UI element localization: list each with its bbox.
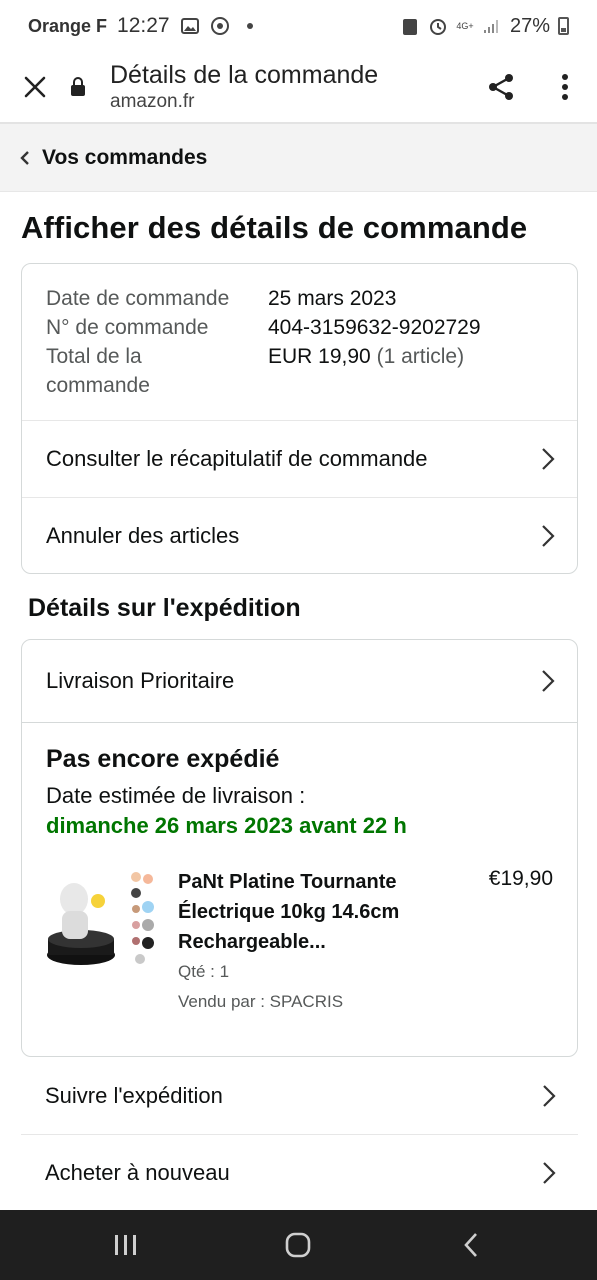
order-number-label: N° de commande (46, 316, 209, 339)
eta-label: Date estimée de livraison : (46, 783, 306, 808)
android-nav-bar (0, 1210, 597, 1280)
lock-icon[interactable] (70, 77, 110, 97)
view-summary-label: Consulter le récapitulatif de commande (46, 446, 428, 471)
order-number-row: N° de commande 404-3159632-9202729 (46, 313, 553, 342)
chevron-right-icon (542, 1161, 558, 1185)
shipping-method-link[interactable]: Livraison Prioritaire (22, 640, 577, 723)
order-date-value: 25 mars 2023 (268, 287, 397, 310)
cancel-items-link[interactable]: Annuler des articles (22, 497, 577, 573)
shipment-actions: Suivre l'expédition Acheter à nouveau (21, 1058, 578, 1212)
order-date-label: Date de commande (46, 287, 230, 310)
product-price: €19,90 (488, 867, 553, 890)
track-shipment-link[interactable]: Suivre l'expédition (21, 1058, 578, 1135)
order-total-value-wrap: EUR 19,90 (1 article) (268, 342, 464, 400)
tab-title: Détails de la commande (110, 61, 379, 89)
product-image[interactable] (46, 867, 156, 977)
order-total-label: Total de la commande (46, 345, 150, 397)
home-icon (286, 1232, 311, 1258)
share-button[interactable] (469, 51, 533, 123)
sync-icon (210, 16, 230, 36)
chevron-right-icon (541, 524, 557, 548)
network-type: 4G+ (456, 20, 474, 31)
shipment-status: Pas encore expédié (46, 745, 280, 773)
dot-icon (240, 16, 260, 36)
breadcrumb[interactable]: Vos commandes (0, 124, 597, 192)
product-seller: Vendu par : SPACRIS (178, 992, 344, 1011)
cancel-items-label: Annuler des articles (46, 523, 240, 548)
chevron-left-icon (20, 150, 34, 165)
chevron-right-icon (541, 447, 557, 471)
chevron-right-icon (542, 1084, 558, 1108)
chevron-right-icon (541, 669, 557, 693)
product-item[interactable]: PaNt Platine Tournante Électrique 10kg 1… (46, 867, 553, 1017)
back-icon (464, 1233, 477, 1257)
recycle-icon (400, 16, 420, 36)
buy-again-label: Acheter à nouveau (45, 1160, 230, 1185)
recent-apps-button[interactable] (81, 1215, 171, 1275)
signal-icon (482, 16, 502, 36)
order-info-grid: Date de commande 25 mars 2023 N° de comm… (22, 264, 577, 420)
page-title: Afficher des détails de commande (21, 210, 528, 245)
recent-apps-icon (115, 1235, 137, 1255)
order-number-value: 404-3159632-9202729 (268, 316, 481, 339)
product-name[interactable]: PaNt Platine Tournante Électrique 10kg 1… (178, 867, 448, 957)
view-summary-link[interactable]: Consulter le récapitulatif de commande (22, 420, 577, 497)
breadcrumb-label: Vos commandes (42, 145, 208, 169)
eta-date: dimanche 26 mars 2023 avant 22 h (46, 813, 407, 838)
url-domain: amazon.fr (110, 91, 195, 112)
home-button[interactable] (253, 1215, 343, 1275)
clock: 12:27 (117, 14, 170, 37)
product-qty: Qté : 1 (178, 962, 230, 981)
order-info-card: Date de commande 25 mars 2023 N° de comm… (21, 263, 578, 574)
share-icon (489, 74, 513, 100)
order-date-row: Date de commande 25 mars 2023 (46, 284, 553, 313)
buy-again-link[interactable]: Acheter à nouveau (21, 1135, 578, 1212)
carrier-name: Orange F (28, 15, 108, 36)
battery-icon (558, 17, 569, 35)
order-article-count: (1 article) (376, 345, 465, 368)
more-options-button[interactable] (533, 51, 597, 123)
browser-toolbar: Détails de la commande amazon.fr (0, 52, 597, 124)
more-vertical-icon (562, 74, 568, 100)
track-shipment-label: Suivre l'expédition (45, 1083, 223, 1108)
status-bar: Orange F 12:27 4G+ 27% (0, 0, 597, 52)
close-tab-button[interactable] (0, 51, 70, 123)
url-block[interactable]: Détails de la commande amazon.fr (110, 60, 469, 114)
close-icon (24, 76, 46, 98)
shipping-section-title: Détails sur l'expédition (28, 594, 301, 622)
order-total-row: Total de la commande EUR 19,90 (1 articl… (46, 342, 553, 400)
alarm-icon (428, 16, 448, 36)
gallery-icon (180, 16, 200, 36)
shipment-card: Livraison Prioritaire Pas encore expédié… (21, 639, 578, 1057)
order-total-value: EUR 19,90 (268, 345, 371, 368)
battery-percent: 27% (509, 14, 550, 37)
back-button[interactable] (426, 1215, 516, 1275)
shipment-body: Pas encore expédié Date estimée de livra… (22, 723, 577, 1017)
product-info: PaNt Platine Tournante Électrique 10kg 1… (178, 867, 481, 1017)
shipping-method-label: Livraison Prioritaire (46, 668, 235, 693)
